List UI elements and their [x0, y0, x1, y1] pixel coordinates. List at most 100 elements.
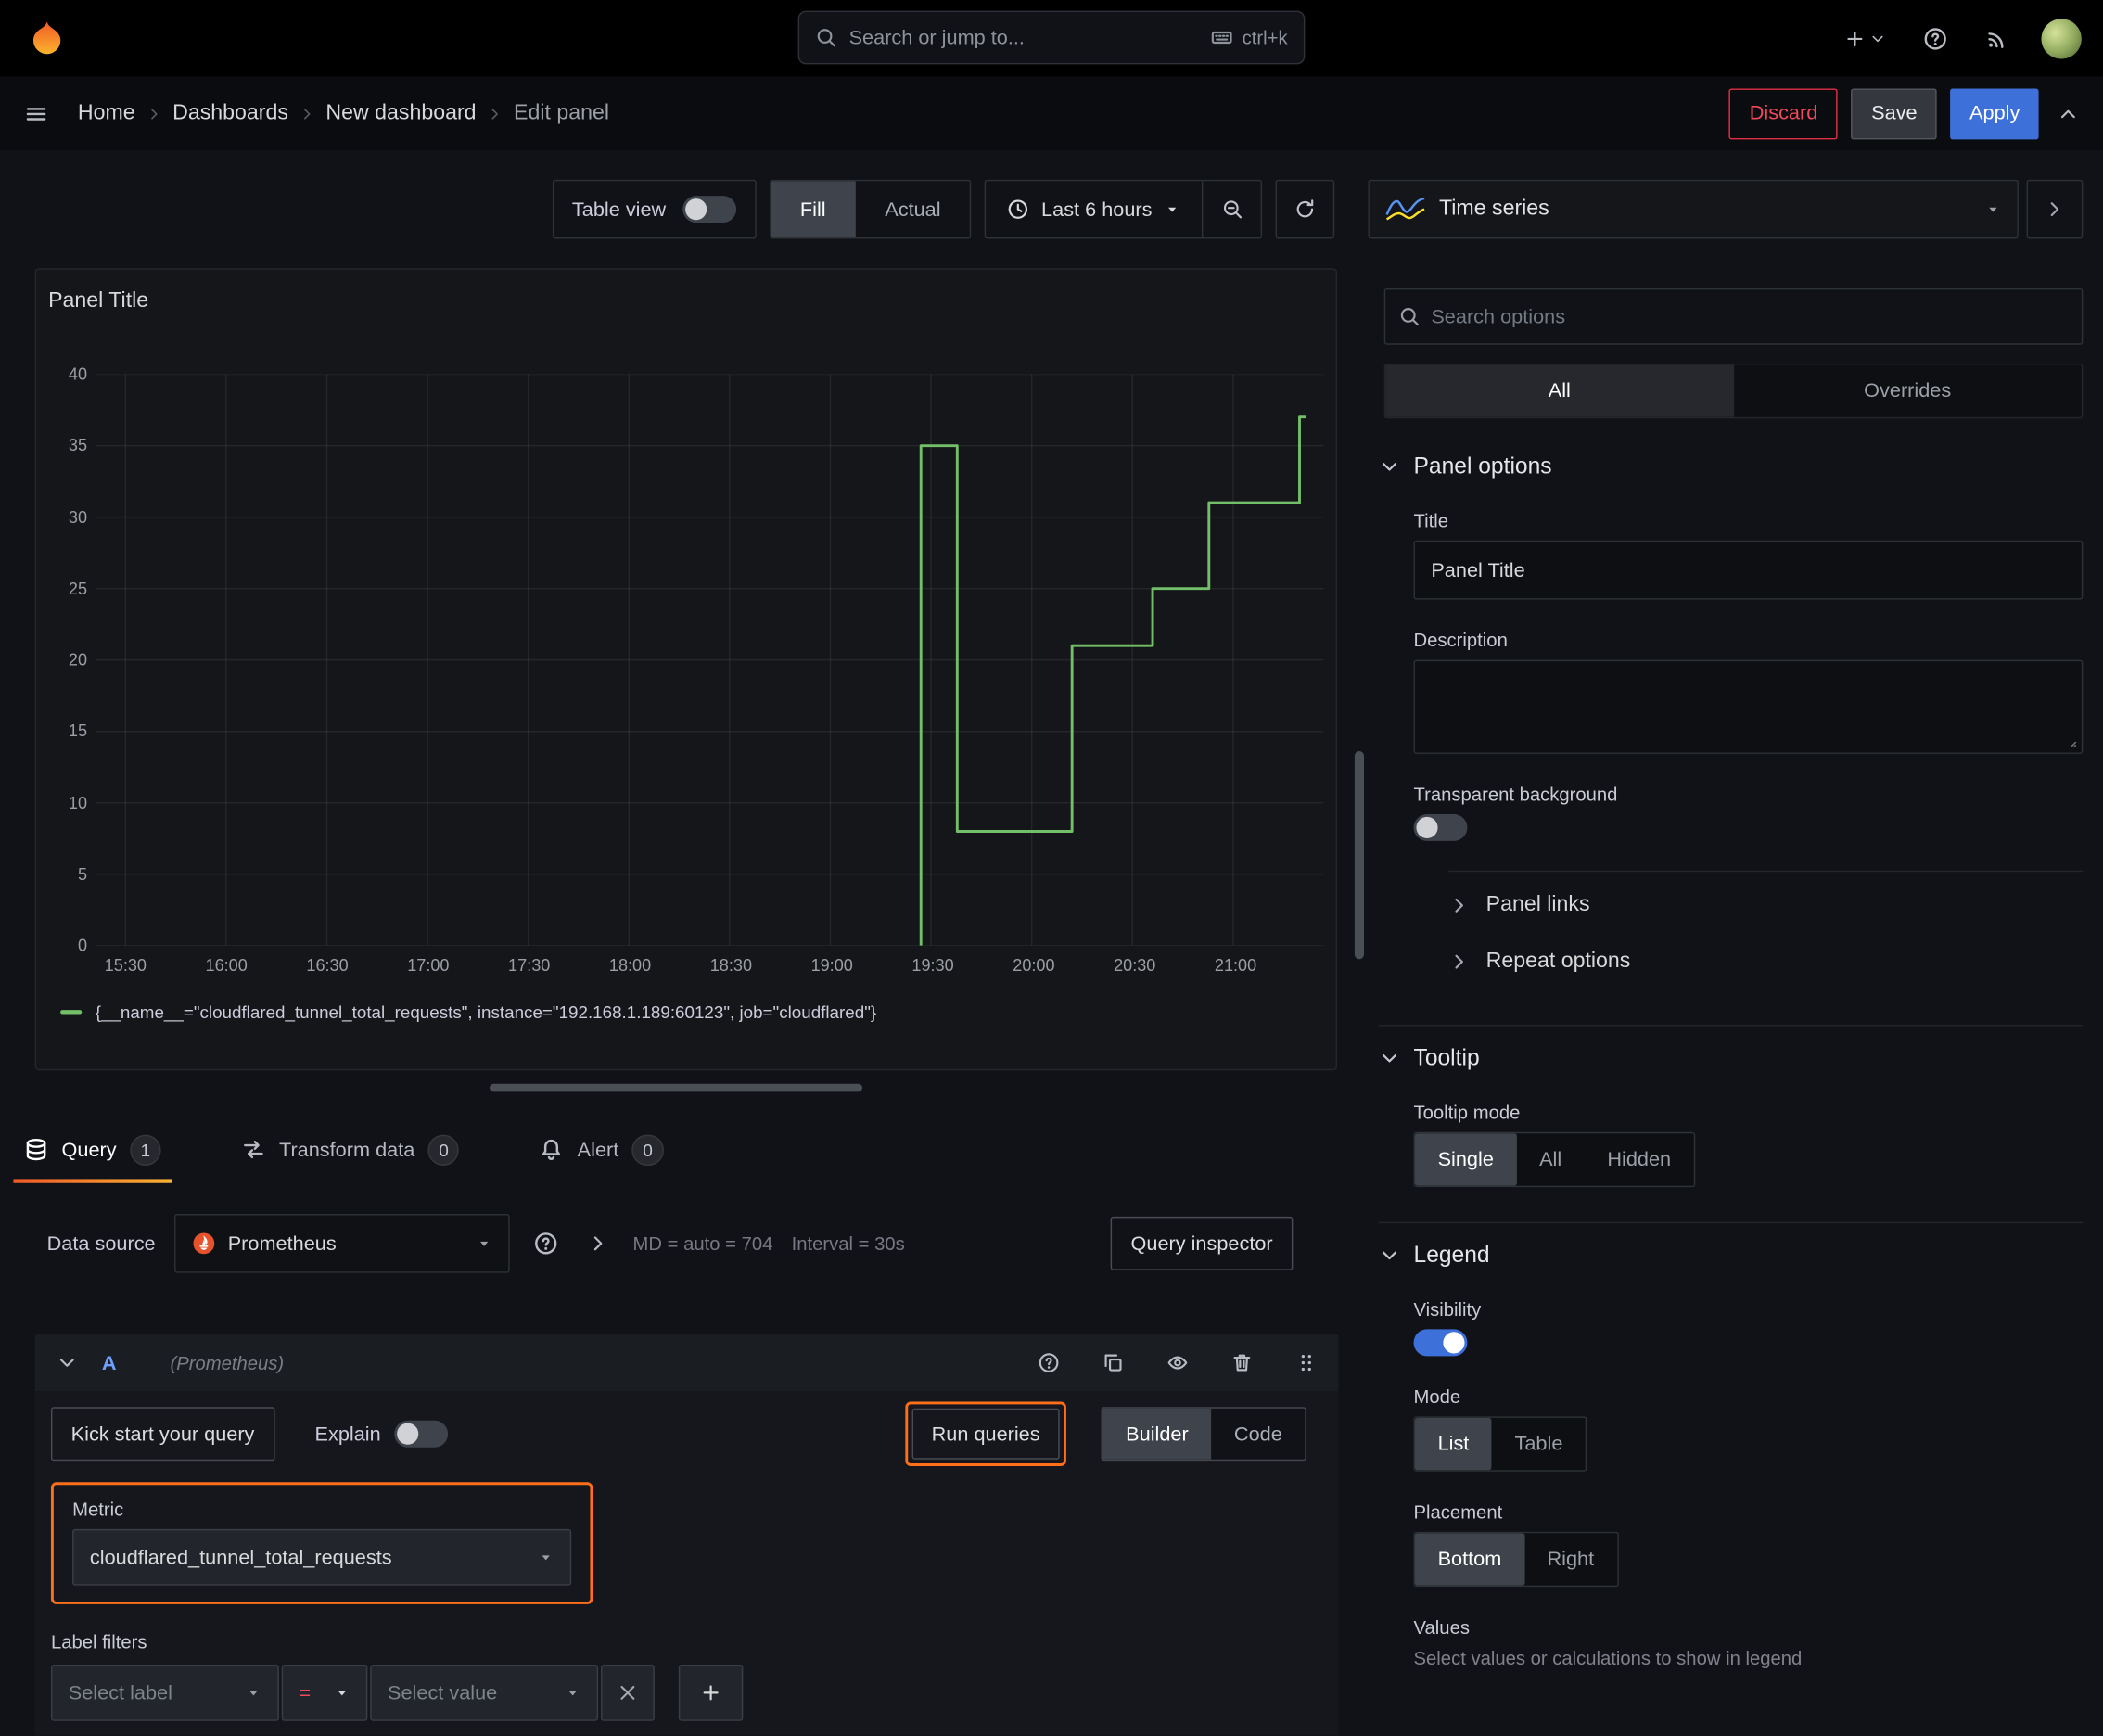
y-axis-tick: 25 [68, 579, 88, 598]
label-filter-operator-select[interactable]: = [281, 1665, 368, 1721]
run-queries-button[interactable]: Run queries [911, 1408, 1061, 1460]
breadcrumb-dashboards[interactable]: Dashboards [172, 101, 288, 125]
table-view-control: Table view [552, 179, 757, 239]
breadcrumb-new-dashboard[interactable]: New dashboard [325, 101, 476, 125]
tab-alert[interactable]: Alert 0 [527, 1116, 677, 1182]
builder-mode-option[interactable]: Builder [1102, 1408, 1212, 1460]
legend-mode-list[interactable]: List [1414, 1417, 1492, 1471]
transparent-background-toggle[interactable] [1413, 813, 1468, 841]
kick-start-query-button[interactable]: Kick start your query [50, 1407, 275, 1462]
legend-placement-right[interactable]: Right [1524, 1533, 1617, 1585]
legend-series-swatch [60, 1010, 83, 1015]
caret-down-icon [476, 1235, 491, 1251]
label-filter-value-placeholder: Select value [388, 1681, 498, 1704]
tooltip-header-label: Tooltip [1413, 1044, 1480, 1071]
legend-mode-table[interactable]: Table [1492, 1418, 1586, 1470]
options-tab-overrides[interactable]: Overrides [1734, 364, 2082, 416]
query-options-expand-button[interactable] [582, 1227, 615, 1259]
duplicate-query-button[interactable] [1097, 1347, 1129, 1379]
tab-query[interactable]: Query 1 [11, 1116, 175, 1183]
repeat-options-expand[interactable]: Repeat options [1448, 934, 2083, 990]
options-tab-all[interactable]: All [1385, 364, 1734, 417]
vertical-scrollbar-thumb[interactable] [1354, 751, 1365, 960]
x-axis-tick: 19:30 [911, 956, 954, 976]
chart-plot-area[interactable]: 15:30 16:00 16:30 17:00 17:30 18:00 18:30 19:00… [95, 374, 1324, 976]
time-range-picker[interactable]: Last 6 hours [987, 181, 1202, 237]
label-filters-label: Label filters [50, 1630, 147, 1653]
add-label-filter-button[interactable] [678, 1665, 744, 1721]
resize-handle-icon [2061, 733, 2077, 748]
menu-toggle-button[interactable] [19, 96, 54, 131]
collapse-options-button[interactable] [2026, 179, 2084, 239]
trash-icon [1231, 1352, 1253, 1373]
chart-canvas[interactable] [95, 374, 1324, 946]
x-axis-tick: 21:00 [1214, 956, 1257, 976]
apply-button[interactable]: Apply [1950, 87, 2039, 139]
remove-query-button[interactable] [1226, 1347, 1258, 1379]
collapse-header-button[interactable] [2052, 97, 2084, 130]
table-view-toggle[interactable] [682, 196, 736, 223]
legend-visibility-toggle[interactable] [1413, 1329, 1468, 1357]
chevron-down-icon [57, 1352, 78, 1373]
legend-header-label: Legend [1413, 1242, 1490, 1268]
panel-title[interactable]: Panel Title [48, 286, 1324, 318]
global-search[interactable]: ctrl+k [797, 10, 1306, 65]
legend-series-label[interactable]: {__name__="cloudflared_tunnel_total_requ… [96, 1002, 876, 1022]
max-data-points: MD = auto = 704 [632, 1232, 773, 1255]
horizontal-scrollbar[interactable] [489, 1083, 863, 1092]
query-collapse-button[interactable] [51, 1347, 83, 1379]
rss-icon [1985, 26, 2009, 50]
chart-x-axis: 15:30 16:00 16:30 17:00 17:30 18:00 18:30 19:00… [96, 946, 1324, 986]
code-mode-option[interactable]: Code [1211, 1409, 1305, 1460]
new-menu-button[interactable] [1839, 22, 1891, 55]
label-filter-value-select[interactable]: Select value [370, 1665, 599, 1721]
legend-values-description: Select values or calculations to show in… [1413, 1647, 1803, 1669]
explain-toggle[interactable] [394, 1420, 448, 1448]
drag-query-handle[interactable] [1290, 1347, 1322, 1379]
breadcrumb-home[interactable]: Home [78, 101, 135, 125]
time-zoom-out-button[interactable] [1202, 181, 1261, 238]
tooltip-mode-single[interactable]: Single [1414, 1133, 1517, 1186]
panel-preview: Panel Title 0 5 10 15 20 25 30 35 40 15:30 16:00 1… [34, 268, 1338, 1071]
legend-placement-bottom[interactable]: Bottom [1414, 1533, 1524, 1586]
tooltip-header[interactable]: Tooltip [1379, 1045, 2083, 1072]
remove-label-filter-button[interactable] [601, 1665, 655, 1721]
grafana-app: ctrl+k Home Dashboards New da [0, 0, 2103, 1736]
fill-actual-segment: Fill Actual [769, 179, 972, 239]
query-inspector-button[interactable]: Query inspector [1110, 1216, 1294, 1270]
panel-options-header[interactable]: Panel options [1379, 453, 2083, 480]
disable-query-button[interactable] [1162, 1347, 1194, 1379]
chevron-right-icon [1448, 895, 1470, 916]
visualization-picker[interactable]: Time series [1368, 179, 2019, 239]
global-search-input[interactable] [848, 26, 1200, 49]
grafana-home-button[interactable] [21, 13, 72, 64]
news-button[interactable] [1980, 20, 2015, 56]
user-avatar[interactable] [2041, 18, 2082, 58]
fill-option[interactable]: Fill [771, 181, 856, 238]
actual-option[interactable]: Actual [855, 181, 970, 237]
save-button[interactable]: Save [1851, 87, 1938, 139]
discard-button[interactable]: Discard [1729, 87, 1838, 139]
tab-transform[interactable]: Transform data 0 [228, 1116, 473, 1182]
metric-select[interactable]: cloudflared_tunnel_total_requests [72, 1528, 572, 1586]
options-search-input[interactable] [1431, 305, 2069, 328]
query-help-button[interactable] [1033, 1347, 1065, 1379]
chevron-down-icon [1869, 31, 1885, 46]
panel-links-expand[interactable]: Panel links [1448, 877, 2083, 934]
refresh-button[interactable] [1275, 179, 1335, 239]
tooltip-mode-hidden[interactable]: Hidden [1585, 1133, 1694, 1185]
label-filter-label-select[interactable]: Select label [50, 1665, 279, 1721]
zoom-out-icon [1221, 198, 1243, 220]
tooltip-mode-all[interactable]: All [1516, 1133, 1584, 1185]
prometheus-logo-icon [193, 1232, 215, 1255]
options-search[interactable] [1383, 287, 2084, 345]
help-button[interactable] [1918, 20, 1953, 56]
datasource-picker[interactable]: Prometheus [173, 1214, 510, 1273]
top-navigation: ctrl+k [0, 0, 2103, 77]
panel-description-input[interactable] [1413, 659, 2084, 754]
metric-select-value: cloudflared_tunnel_total_requests [89, 1546, 392, 1569]
query-row-header[interactable]: A (Prometheus) [34, 1334, 1339, 1391]
datasource-help-button[interactable] [529, 1226, 564, 1261]
panel-title-input[interactable] [1413, 540, 2084, 600]
legend-header[interactable]: Legend [1379, 1242, 2083, 1269]
